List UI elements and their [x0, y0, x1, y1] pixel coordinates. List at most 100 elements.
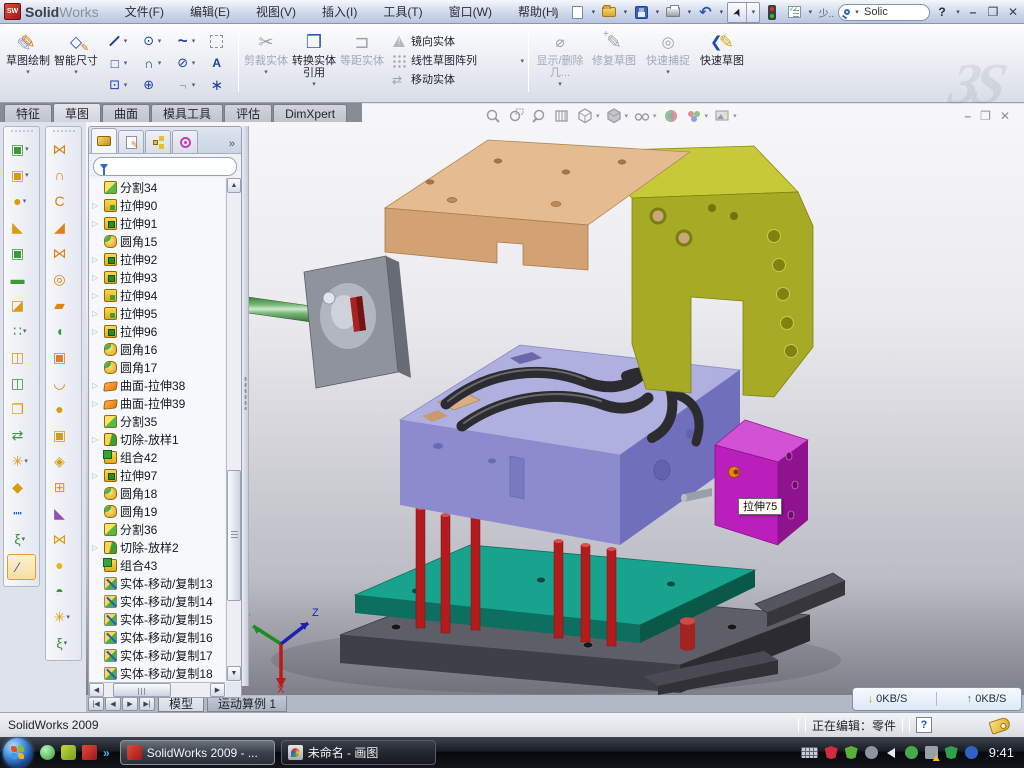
menu-item[interactable]: 编辑(E)	[178, 0, 242, 23]
sketch-tool-button[interactable]: ▾	[168, 52, 202, 74]
search-scope-caret[interactable]: ▾	[853, 8, 861, 16]
scroll-left-button[interactable]: ◀	[89, 683, 104, 697]
part-slide-block[interactable]	[715, 420, 808, 545]
expand-arrow-icon[interactable]	[92, 435, 101, 444]
expand-arrow-icon[interactable]	[92, 291, 101, 300]
toolbar-button[interactable]: ◣ ▾	[4, 214, 39, 240]
tree-item[interactable]: 实体-移动/复制18	[90, 664, 225, 681]
sketch-tool-button[interactable]: ▾	[168, 74, 202, 96]
tray-icon[interactable]	[905, 746, 918, 759]
first-tab-button[interactable]: |◀	[88, 697, 104, 711]
expand-arrow-icon[interactable]	[92, 273, 101, 282]
select-button[interactable]: ➤	[728, 3, 746, 22]
expand-arrow-icon[interactable]	[92, 219, 101, 228]
menu-item[interactable]: 工具(T)	[371, 0, 434, 23]
tree-filter[interactable]	[93, 157, 237, 176]
ribbon-button[interactable]: 草图绘制 ▾	[4, 27, 52, 99]
ribbon-row-button[interactable]: 镜向实体 ▾	[392, 32, 524, 51]
ribbon-button[interactable]: 快速捕捉 ▾	[641, 27, 695, 99]
tree-item[interactable]: 拉伸96	[90, 322, 225, 340]
tree-item[interactable]: 分割35	[90, 412, 225, 430]
toolbar-button[interactable]: ⇄ ▾	[4, 422, 39, 448]
menu-item[interactable]: 文件(F)	[113, 0, 176, 23]
command-tab[interactable]: 特征	[4, 104, 52, 122]
next-tab-button[interactable]: ▶	[122, 697, 138, 711]
doc-minimize-button[interactable]: –	[964, 109, 971, 123]
sketch-tool-button[interactable]: ▾	[134, 52, 168, 74]
tree-item[interactable]: 实体-移动/复制16	[90, 628, 225, 646]
tab-dimxpertmanager[interactable]	[172, 130, 198, 153]
taskbar-clock[interactable]: 9:41	[985, 745, 1014, 760]
scroll-down-button[interactable]: ▼	[227, 666, 241, 681]
toolbar-button[interactable]: ⋈ ▾	[46, 526, 81, 552]
toolbar-button[interactable]: ◆ ▾	[4, 474, 39, 500]
tag-icon[interactable]	[988, 716, 1011, 735]
toolbar-button[interactable]: ▣ ▾	[46, 344, 81, 370]
tree-horizontal-scrollbar[interactable]: ◀ ▶	[89, 682, 225, 697]
tree-item[interactable]: 曲面-拉伸38	[90, 376, 225, 394]
toolbar-button[interactable]: ● ▾	[46, 552, 81, 578]
view-settings-icon[interactable]	[713, 107, 731, 125]
toolbar-button[interactable]: ✳ ▾	[46, 604, 81, 630]
toolbar-button[interactable]: ◫ ▾	[4, 344, 39, 370]
ribbon-button[interactable]: 剪裁实体 ▾	[242, 27, 290, 99]
sketch-tool-button[interactable]: ▾	[100, 52, 134, 74]
sketch-tool-button[interactable]: ▾	[202, 52, 236, 74]
rebuild-button[interactable]	[762, 3, 782, 22]
part-sprue-insert[interactable]	[229, 256, 411, 388]
tree-item[interactable]: 分割36	[90, 520, 225, 538]
tray-icon[interactable]	[945, 746, 958, 759]
toolbar-button[interactable]: ▣ ▾	[4, 162, 39, 188]
expand-arrow-icon[interactable]	[92, 543, 101, 552]
search-box[interactable]: ▾	[838, 4, 930, 21]
sketch-tool-button[interactable]: ▾	[100, 74, 134, 96]
toolbar-overflow-item[interactable]: 少..	[816, 5, 836, 20]
toolbar-button[interactable]: ● ▾	[4, 188, 39, 214]
quick-tips-button[interactable]: ?	[916, 717, 932, 733]
tray-icon[interactable]	[965, 746, 978, 759]
menu-item[interactable]: 视图(V)	[244, 0, 308, 23]
quick-launch-icon[interactable]	[40, 745, 55, 760]
ribbon-row-button[interactable]: 移动实体 ▾	[392, 70, 524, 89]
doc-restore-button[interactable]: ❐	[980, 109, 991, 123]
toolbar-button[interactable]: ◢ ▾	[46, 214, 81, 240]
section-view-icon[interactable]	[553, 107, 571, 125]
tray-icon[interactable]	[885, 746, 898, 759]
toolbar-button[interactable]: ∩ ▾	[46, 162, 81, 188]
expand-arrow-icon[interactable]	[92, 471, 101, 480]
toolbar-button[interactable]: ⊞ ▾	[46, 474, 81, 500]
tree-filter-input[interactable]	[112, 161, 254, 173]
toolbar-button[interactable]: ▬ ▾	[4, 266, 39, 292]
command-tab[interactable]: DimXpert	[273, 104, 347, 122]
sketch-tool-button[interactable]: ▾	[134, 30, 168, 52]
toolbar-button[interactable]: ◡ ▾	[46, 370, 81, 396]
sketch-tool-button[interactable]: ▾	[202, 74, 236, 96]
tree-item[interactable]: 组合43	[90, 556, 225, 574]
toolbar-button[interactable]: ▣ ▾	[46, 422, 81, 448]
toolbar-button[interactable]: ∕ ▾	[7, 554, 36, 580]
toolbar-button[interactable]: ∷ ▾	[4, 318, 39, 344]
tree-item[interactable]: 实体-移动/复制15	[90, 610, 225, 628]
tree-item[interactable]: 切除-放样2	[90, 538, 225, 556]
tray-icon[interactable]	[925, 746, 938, 759]
scroll-up-button[interactable]: ▲	[227, 178, 241, 193]
toolbar-button[interactable]: ▣ ▾	[4, 136, 39, 162]
close-button[interactable]: ✕	[1004, 3, 1022, 22]
options-button[interactable]	[784, 3, 804, 22]
part-stop-pin[interactable]	[680, 617, 695, 651]
magnifying-glass-icon[interactable]	[530, 107, 548, 125]
zoom-to-fit-icon[interactable]	[484, 107, 502, 125]
display-style-icon[interactable]	[605, 107, 623, 125]
tree-item[interactable]: 圆角15	[90, 232, 225, 250]
tray-icon[interactable]	[865, 746, 878, 759]
edit-appearance-icon[interactable]	[662, 107, 680, 125]
menu-item[interactable]: 窗口(W)	[437, 0, 504, 23]
toolbar-button[interactable]: ◓ ▾	[46, 578, 81, 604]
last-tab-button[interactable]: ▶|	[139, 697, 155, 711]
expand-arrow-icon[interactable]	[92, 309, 101, 318]
view-orientation-icon[interactable]	[576, 107, 594, 125]
tree-item[interactable]: 拉伸97	[90, 466, 225, 484]
tree-item[interactable]: 拉伸90	[90, 196, 225, 214]
toolbar-button[interactable]: ▣ ▾	[4, 240, 39, 266]
toolbar-button[interactable]: ● ▾	[46, 396, 81, 422]
